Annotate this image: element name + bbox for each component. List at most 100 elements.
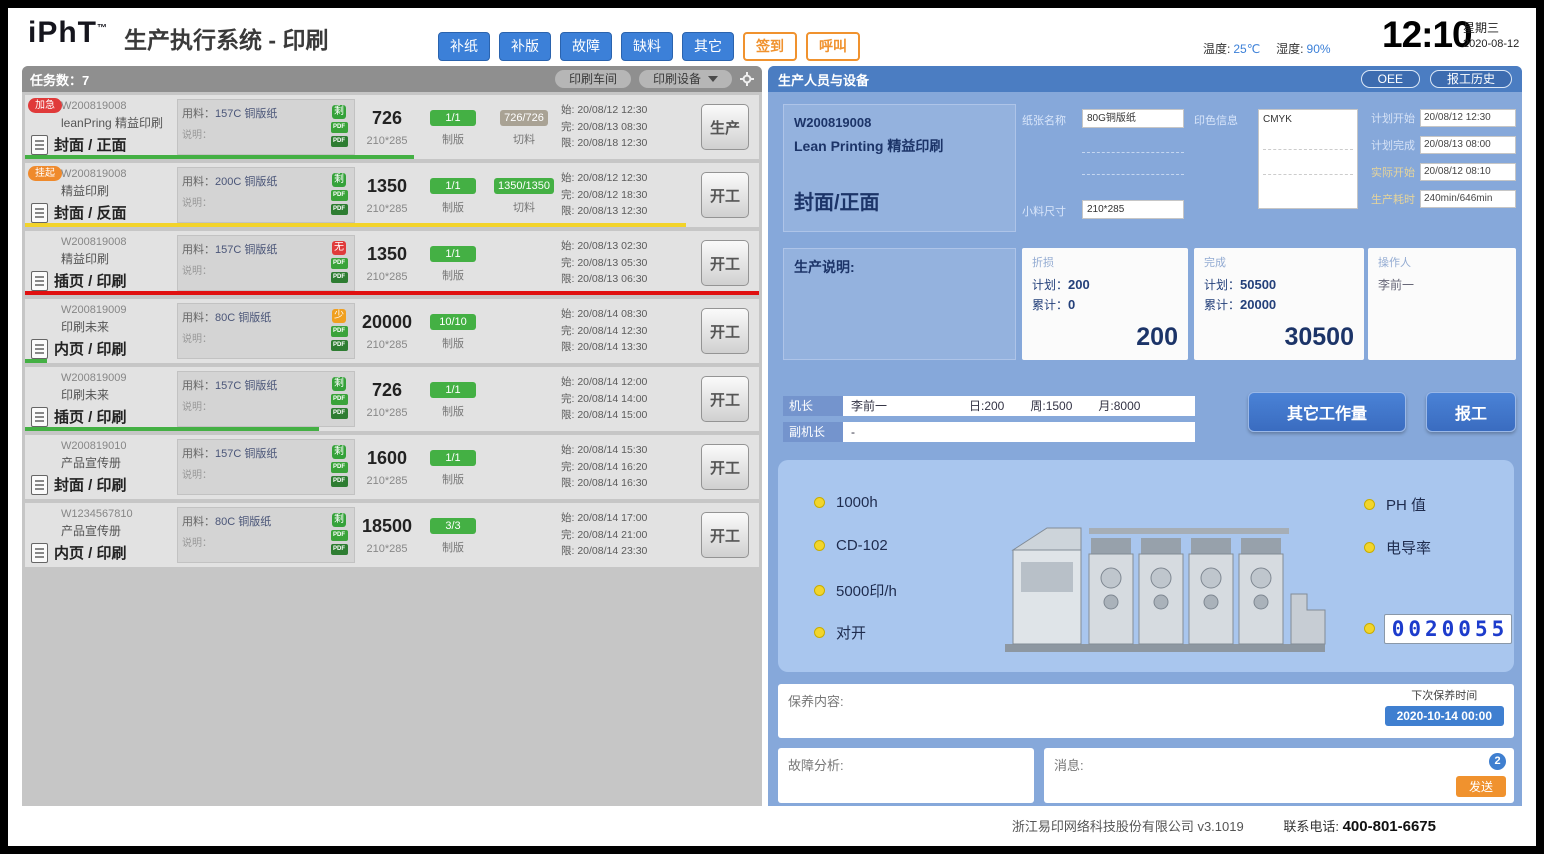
pdf-icon[interactable]: PDF — [331, 544, 348, 555]
quantity: 1350 — [355, 244, 419, 265]
pdf-icon[interactable]: PDF — [331, 136, 348, 147]
captain-strip: 李前一 日:200 周:1500 月:8000 — [843, 396, 1195, 416]
machine-spec: 电导率 — [1364, 537, 1431, 558]
sheet-size: 210*285 — [355, 271, 419, 283]
sign-in-button[interactable]: 签到 — [743, 32, 797, 61]
task-row[interactable]: W200819008 精益印刷 插页 / 印刷 用料：157C 铜版纸 说明： … — [25, 231, 759, 295]
material-label: 用料： — [182, 448, 215, 460]
pdf-icon[interactable]: PDF — [331, 258, 348, 269]
start-button[interactable]: 开工 — [701, 172, 749, 218]
bullet-icon — [1364, 542, 1375, 553]
plate-label: 制版 — [419, 539, 487, 555]
job-name: Lean Printing 精益印刷 — [794, 136, 1005, 156]
document-icon — [31, 135, 48, 155]
refill-plate-button[interactable]: 补版 — [499, 32, 551, 61]
oee-button[interactable]: OEE — [1361, 70, 1420, 88]
pdf-icon[interactable]: PDF — [331, 394, 348, 405]
bullet-icon — [1364, 623, 1375, 634]
start-button[interactable]: 生产 — [701, 104, 749, 150]
report-history-button[interactable]: 报工历史 — [1430, 70, 1512, 88]
date: 2020-08-12 — [1463, 37, 1519, 52]
report-work-button[interactable]: 报工 — [1426, 392, 1516, 432]
send-button[interactable]: 发送 — [1456, 776, 1506, 797]
settings-gear-icon[interactable] — [740, 72, 754, 86]
schedule-label: 生产耗时 — [1371, 191, 1415, 207]
task-name: 产品宣传册 — [61, 522, 121, 539]
material-value: 157C 铜版纸 — [215, 448, 277, 460]
start-button[interactable]: 开工 — [701, 444, 749, 490]
waste-big-value: 200 — [1136, 323, 1178, 352]
sheet-size-field[interactable]: 210*285 — [1082, 200, 1184, 219]
time-finish: 完: 20/08/12 18:30 — [561, 187, 697, 204]
message-box[interactable]: 消息: 2 发送 — [1044, 748, 1514, 803]
task-row[interactable]: 挂起 W200819008 精益印刷 封面 / 反面 用料：200C 铜版纸 说… — [25, 163, 759, 227]
machine-spec-label: 对开 — [836, 622, 866, 643]
device-dropdown[interactable]: 印刷设备 — [639, 70, 732, 88]
time-start: 始: 20/08/13 02:30 — [561, 238, 697, 255]
maintenance-box[interactable]: 保养内容: 下次保养时间 2020-10-14 00:00 — [778, 684, 1514, 738]
start-button[interactable]: 开工 — [701, 376, 749, 422]
time-limit: 限: 20/08/14 15:00 — [561, 407, 697, 424]
task-info: W200819009 印刷未来 插页 / 印刷 — [25, 367, 177, 431]
task-info: 挂起 W200819008 精益印刷 封面 / 反面 — [25, 163, 177, 227]
fault-button[interactable]: 故障 — [560, 32, 612, 61]
machine-spec: PH 值 — [1364, 494, 1426, 515]
call-button[interactable]: 呼叫 — [806, 32, 860, 61]
pdf-icon[interactable]: PDF — [331, 204, 348, 215]
humidity: 湿度:90% — [1276, 40, 1330, 57]
plate-column: 1/1 制版 — [419, 108, 487, 147]
other-workload-button[interactable]: 其它工作量 — [1248, 392, 1406, 432]
stock-badge: 剩 — [332, 173, 346, 187]
message-count-badge: 2 — [1489, 753, 1506, 770]
material-value: 80C 铜版纸 — [215, 312, 271, 324]
task-list: 加急 W200819008 leanPring 精益印刷 封面 / 正面 用料：… — [22, 92, 762, 574]
production-note-box[interactable]: 生产说明: — [783, 248, 1016, 360]
material-label: 用料： — [182, 380, 215, 392]
material-box: 用料：157C 铜版纸 说明： 剩 PDF PDF — [177, 371, 355, 427]
fault-analysis-box[interactable]: 故障分析: — [778, 748, 1034, 803]
quantity: 1600 — [355, 448, 419, 469]
refill-paper-button[interactable]: 补纸 — [438, 32, 490, 61]
done-big-value: 30500 — [1284, 323, 1354, 352]
machine-spec: 对开 — [814, 622, 866, 643]
workshop-pill[interactable]: 印刷车间 — [555, 70, 631, 88]
paper-name-field[interactable]: 80G铜版纸 — [1082, 109, 1184, 128]
pdf-icon[interactable]: PDF — [331, 340, 348, 351]
pdf-icon[interactable]: PDF — [331, 272, 348, 283]
material-box: 用料：200C 铜版纸 说明： 剩 PDF PDF — [177, 167, 355, 223]
machine-spec: 5000印/h — [814, 580, 897, 601]
pdf-icon[interactable]: PDF — [331, 326, 348, 337]
pdf-icon[interactable]: PDF — [331, 122, 348, 133]
pdf-icon[interactable]: PDF — [331, 190, 348, 201]
task-row[interactable]: 加急 W200819008 leanPring 精益印刷 封面 / 正面 用料：… — [25, 95, 759, 159]
task-row[interactable]: W200819010 产品宣传册 封面 / 印刷 用料：157C 铜版纸 说明：… — [25, 435, 759, 499]
other-button[interactable]: 其它 — [682, 32, 734, 61]
task-row[interactable]: W200819009 印刷未来 内页 / 印刷 用料：80C 铜版纸 说明： 少… — [25, 299, 759, 363]
plate-label: 制版 — [419, 403, 487, 419]
start-button[interactable]: 开工 — [701, 512, 749, 558]
sheet-size: 210*285 — [355, 339, 419, 351]
start-button[interactable]: 开工 — [701, 240, 749, 286]
chevron-down-icon — [708, 76, 718, 82]
bullet-icon — [1364, 499, 1375, 510]
start-button[interactable]: 开工 — [701, 308, 749, 354]
vice-captain-label: 副机长 — [783, 422, 843, 442]
pdf-icon[interactable]: PDF — [331, 462, 348, 473]
task-page: 插页 / 印刷 — [54, 406, 127, 427]
task-row[interactable]: W1234567810 产品宣传册 内页 / 印刷 用料：80C 铜版纸 说明：… — [25, 503, 759, 567]
plate-badge: 10/10 — [430, 314, 476, 330]
material-shortage-button[interactable]: 缺料 — [621, 32, 673, 61]
task-row[interactable]: W200819009 印刷未来 插页 / 印刷 用料：157C 铜版纸 说明： … — [25, 367, 759, 431]
quantity: 20000 — [355, 312, 419, 333]
sheet-size: 210*285 — [355, 543, 419, 555]
cut-badge: 726/726 — [500, 110, 548, 126]
task-id: W200819008 — [61, 168, 126, 180]
material-value: 157C 铜版纸 — [215, 244, 277, 256]
material-label: 用料： — [182, 244, 215, 256]
pdf-icon[interactable]: PDF — [331, 408, 348, 419]
ink-field[interactable]: CMYK — [1258, 109, 1358, 209]
material-box: 用料：157C 铜版纸 说明： 剩 PDF PDF — [177, 439, 355, 495]
pdf-icon[interactable]: PDF — [331, 530, 348, 541]
printing-press-image — [1003, 498, 1338, 658]
pdf-icon[interactable]: PDF — [331, 476, 348, 487]
